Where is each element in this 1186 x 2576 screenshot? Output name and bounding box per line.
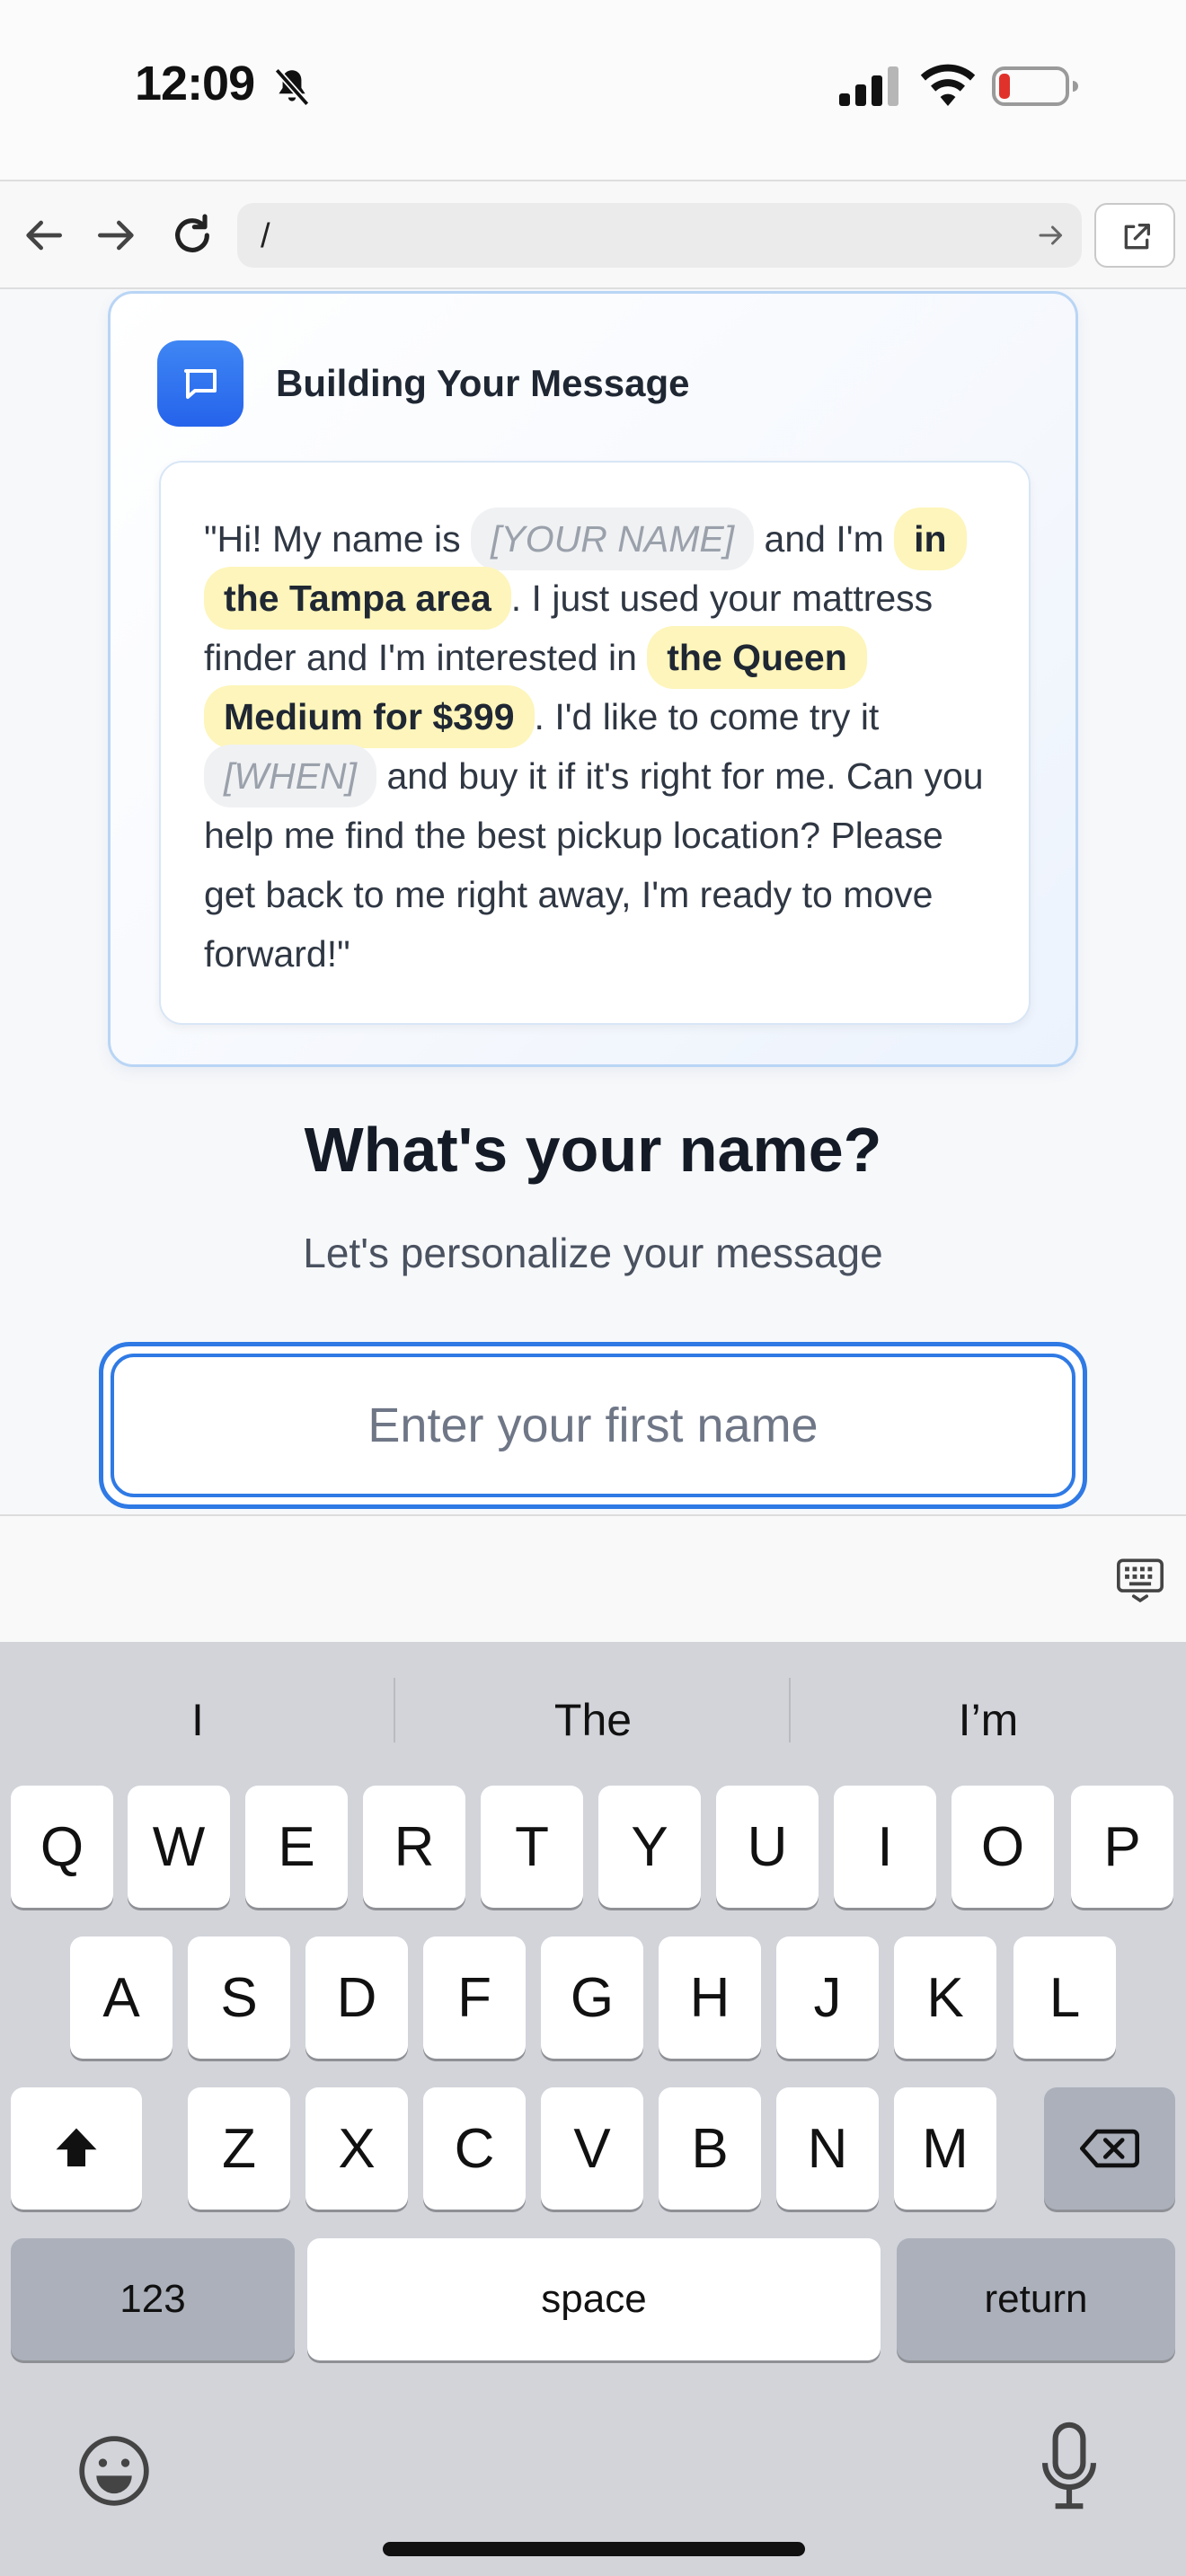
keyboard-dismiss-icon[interactable] [1114,1554,1166,1606]
backspace-icon [1080,2129,1139,2168]
key-m[interactable]: M [894,2087,996,2210]
key-d[interactable]: D [305,1936,408,2059]
shift-icon [56,2128,97,2166]
message-text-part: and I'm [754,518,895,560]
suggestion-2[interactable]: The [395,1694,791,1746]
key-j[interactable]: J [776,1936,879,2059]
url-text: / [261,217,270,255]
backspace-key[interactable] [1044,2087,1175,2210]
first-name-input[interactable] [111,1354,1075,1497]
page-content: Building Your Message "Hi! My name is [Y… [0,289,1186,1514]
key-z[interactable]: Z [188,2087,290,2210]
suggestion-3[interactable]: I’m [791,1694,1186,1746]
key-t[interactable]: T [481,1786,583,1908]
question-subtitle: Let's personalize your message [303,1230,883,1276]
bell-slash-icon [274,67,310,107]
suggestion-1[interactable]: I [0,1694,395,1746]
key-i[interactable]: I [834,1786,936,1908]
key-r[interactable]: R [363,1786,465,1908]
message-text-part: . I'd like to come try it [534,696,880,737]
key-n[interactable]: N [776,2087,879,2210]
emoji-icon[interactable] [75,2432,153,2510]
message-text-part: "Hi! My name is [204,518,472,560]
name-input-container [99,1342,1087,1509]
space-key[interactable]: space [307,2238,881,2360]
message-text: "Hi! My name is [YOUR NAME] and I'm in t… [204,507,993,984]
forward-arrow-icon[interactable] [92,210,142,260]
reload-icon[interactable] [167,210,217,260]
wifi-icon [920,64,976,106]
key-c[interactable]: C [423,2087,526,2210]
key-w[interactable]: W [128,1786,230,1908]
go-arrow-icon[interactable] [1035,219,1067,251]
keyboard: I The I’m Q W E R T Y U I O P A S D F G … [0,1642,1186,2576]
key-f[interactable]: F [423,1936,526,2059]
name-placeholder-chip: [YOUR NAME] [471,507,755,570]
open-external-button[interactable] [1094,203,1175,268]
battery-low-icon [992,66,1078,106]
url-field[interactable]: / [237,203,1082,268]
key-b[interactable]: B [659,2087,761,2210]
numbers-key[interactable]: 123 [11,2238,295,2360]
key-s[interactable]: S [188,1936,290,2059]
question-title: What's your name? [304,1115,882,1185]
home-indicator [383,2542,805,2556]
signal-icon [839,66,898,106]
key-p[interactable]: P [1071,1786,1173,1908]
when-placeholder-chip: [WHEN] [204,745,377,807]
message-card-title: Building Your Message [276,362,690,404]
key-u[interactable]: U [716,1786,819,1908]
message-icon-badge [157,340,243,427]
open-external-icon [1124,224,1150,250]
key-k[interactable]: K [894,1936,996,2059]
key-e[interactable]: E [245,1786,348,1908]
key-l[interactable]: L [1013,1936,1116,2059]
chat-bubble-icon [184,369,217,399]
message-text-box: "Hi! My name is [YOUR NAME] and I'm in t… [159,461,1031,1025]
key-o[interactable]: O [951,1786,1054,1908]
browser-toolbar: / [0,180,1186,289]
key-v[interactable]: V [541,2087,643,2210]
status-time: 12:09 [135,57,255,110]
microphone-icon[interactable] [1040,2422,1098,2511]
keyboard-accessory-bar [0,1514,1186,1642]
key-x[interactable]: X [305,2087,408,2210]
key-a[interactable]: A [70,1936,173,2059]
key-q[interactable]: Q [11,1786,113,1908]
back-arrow-icon[interactable] [18,210,68,260]
shift-key[interactable] [11,2087,142,2210]
key-y[interactable]: Y [598,1786,701,1908]
message-preview-card: Building Your Message "Hi! My name is [Y… [108,291,1078,1067]
key-h[interactable]: H [659,1936,761,2059]
key-g[interactable]: G [541,1936,643,2059]
status-bar: 12:09 [0,0,1186,180]
return-key[interactable]: return [897,2238,1175,2360]
